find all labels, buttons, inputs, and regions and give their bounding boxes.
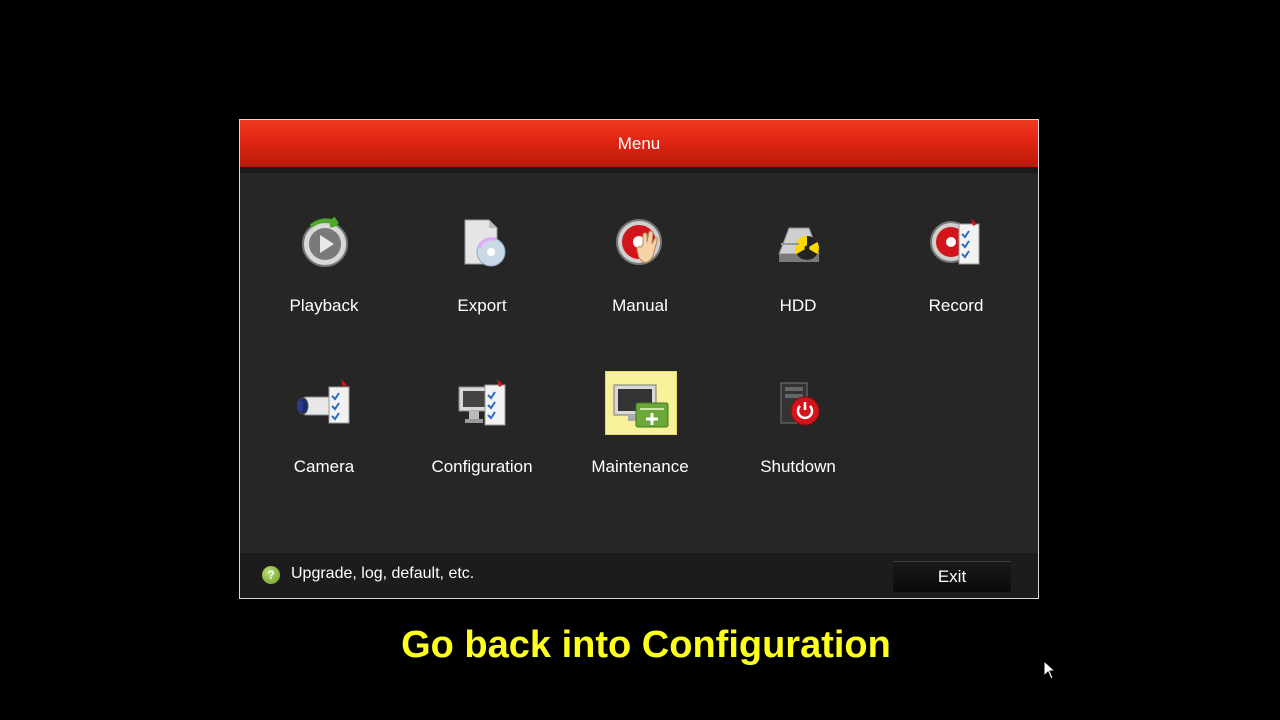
tile-label: Camera (293, 457, 355, 476)
tile-label: Shutdown (760, 457, 836, 476)
tile-label: Playback (289, 296, 359, 315)
status-bar: ? Upgrade, log, default, etc. Exit (240, 553, 1038, 598)
mouse-cursor-icon (1043, 660, 1057, 680)
tile-hdd[interactable]: HDD (719, 210, 877, 340)
tile-shutdown[interactable]: Shutdown (719, 371, 877, 501)
camera-icon (289, 371, 361, 435)
window-title: Menu (240, 120, 1038, 173)
exit-button[interactable]: Exit (893, 561, 1011, 592)
configuration-icon (447, 371, 519, 435)
export-icon (447, 210, 519, 274)
tile-label: HDD (779, 296, 817, 315)
maintenance-icon (605, 371, 677, 435)
tile-label: Export (457, 296, 507, 315)
tile-label: Record (928, 296, 984, 315)
tile-export[interactable]: Export (403, 210, 561, 340)
hdd-icon (763, 210, 835, 274)
menu-window: Menu Playback Export Manual HDD Record C… (239, 119, 1039, 599)
tile-maintenance[interactable]: Maintenance (561, 371, 719, 501)
tile-label: Maintenance (591, 457, 689, 476)
tile-playback[interactable]: Playback (245, 210, 403, 340)
tile-camera[interactable]: Camera (245, 371, 403, 501)
tile-label: Configuration (431, 457, 533, 476)
status-text: Upgrade, log, default, etc. (291, 565, 475, 582)
playback-icon (289, 210, 361, 274)
tile-configuration[interactable]: Configuration (403, 371, 561, 501)
tile-manual[interactable]: Manual (561, 210, 719, 340)
tile-record[interactable]: Record (877, 210, 1035, 340)
shutdown-icon (763, 371, 835, 435)
tile-label: Manual (612, 296, 668, 315)
help-icon: ? (262, 566, 280, 584)
manual-icon (605, 210, 677, 274)
video-caption: Go back into Configuration (401, 624, 891, 666)
record-icon (921, 210, 993, 274)
